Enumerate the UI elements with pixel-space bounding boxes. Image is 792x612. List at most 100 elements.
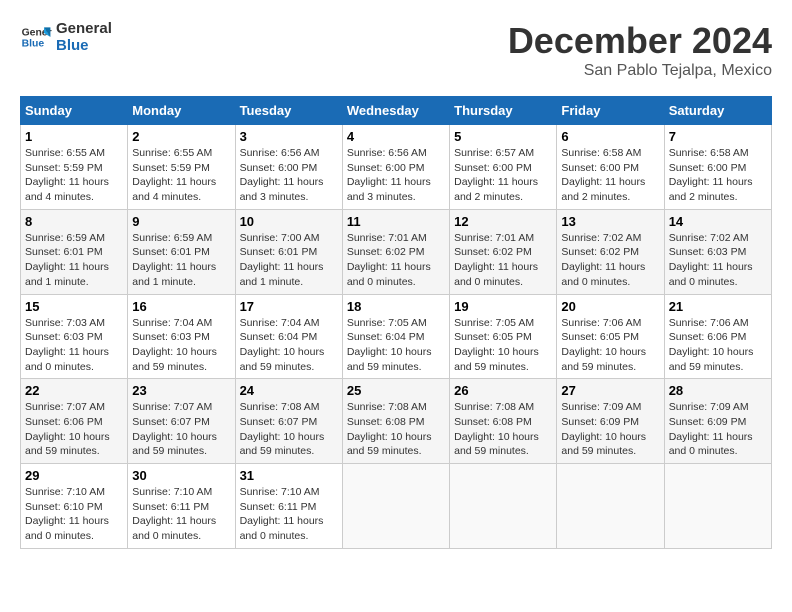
day-number: 2 — [132, 129, 230, 144]
day-number: 24 — [240, 383, 338, 398]
day-info: Sunrise: 7:04 AM Sunset: 6:04 PM Dayligh… — [240, 316, 338, 375]
weekday-header: Friday — [557, 97, 664, 125]
calendar-day-cell: 7 Sunrise: 6:58 AM Sunset: 6:00 PM Daylig… — [664, 125, 771, 210]
day-number: 13 — [561, 214, 659, 229]
calendar-day-cell: 17Sunrise: 7:04 AM Sunset: 6:04 PM Dayli… — [235, 294, 342, 379]
day-number: 5 — [454, 129, 552, 144]
calendar-week-row: 8 Sunrise: 6:59 AM Sunset: 6:01 PM Daylig… — [21, 209, 772, 294]
calendar-week-row: 1Sunrise: 6:55 AM Sunset: 5:59 PM Daylig… — [21, 125, 772, 210]
calendar-day-cell: 25 Sunrise: 7:08 AM Sunset: 6:08 PM Dayli… — [342, 379, 449, 464]
day-info: Sunrise: 6:59 AM Sunset: 6:01 PM Dayligh… — [25, 231, 123, 290]
day-info: Sunrise: 7:08 AM Sunset: 6:08 PM Dayligh… — [347, 400, 445, 459]
logo: General Blue General Blue — [20, 20, 112, 54]
calendar-day-cell: 4 Sunrise: 6:56 AM Sunset: 6:00 PM Daylig… — [342, 125, 449, 210]
day-number: 23 — [132, 383, 230, 398]
calendar-day-cell: 1Sunrise: 6:55 AM Sunset: 5:59 PM Daylig… — [21, 125, 128, 210]
day-info: Sunrise: 7:06 AM Sunset: 6:06 PM Dayligh… — [669, 316, 767, 375]
calendar-day-cell — [342, 464, 449, 549]
day-number: 29 — [25, 468, 123, 483]
day-number: 28 — [669, 383, 767, 398]
title-block: December 2024 San Pablo Tejalpa, Mexico — [508, 20, 772, 80]
calendar-day-cell — [450, 464, 557, 549]
weekday-header: Sunday — [21, 97, 128, 125]
day-info: Sunrise: 6:57 AM Sunset: 6:00 PM Dayligh… — [454, 146, 552, 205]
day-info: Sunrise: 6:55 AM Sunset: 5:59 PM Dayligh… — [132, 146, 230, 205]
day-info: Sunrise: 7:10 AM Sunset: 6:11 PM Dayligh… — [240, 485, 338, 544]
calendar-day-cell: 18 Sunrise: 7:05 AM Sunset: 6:04 PM Dayli… — [342, 294, 449, 379]
day-info: Sunrise: 6:58 AM Sunset: 6:00 PM Dayligh… — [561, 146, 659, 205]
calendar-week-row: 15Sunrise: 7:03 AM Sunset: 6:03 PM Dayli… — [21, 294, 772, 379]
day-info: Sunrise: 7:10 AM Sunset: 6:10 PM Dayligh… — [25, 485, 123, 544]
calendar-day-cell: 26 Sunrise: 7:08 AM Sunset: 6:08 PM Dayli… — [450, 379, 557, 464]
logo-text-general: General — [56, 20, 112, 37]
calendar-day-cell: 12Sunrise: 7:01 AM Sunset: 6:02 PM Dayli… — [450, 209, 557, 294]
calendar-day-cell: 5 Sunrise: 6:57 AM Sunset: 6:00 PM Daylig… — [450, 125, 557, 210]
day-info: Sunrise: 7:04 AM Sunset: 6:03 PM Dayligh… — [132, 316, 230, 375]
weekday-header: Saturday — [664, 97, 771, 125]
day-info: Sunrise: 7:07 AM Sunset: 6:07 PM Dayligh… — [132, 400, 230, 459]
calendar-day-cell: 30 Sunrise: 7:10 AM Sunset: 6:11 PM Dayli… — [128, 464, 235, 549]
day-number: 4 — [347, 129, 445, 144]
logo-text-blue: Blue — [56, 37, 112, 54]
calendar-day-cell — [557, 464, 664, 549]
month-title: December 2024 — [508, 20, 772, 62]
day-info: Sunrise: 7:08 AM Sunset: 6:08 PM Dayligh… — [454, 400, 552, 459]
day-number: 31 — [240, 468, 338, 483]
calendar-day-cell: 16 Sunrise: 7:04 AM Sunset: 6:03 PM Dayli… — [128, 294, 235, 379]
calendar-day-cell: 15Sunrise: 7:03 AM Sunset: 6:03 PM Dayli… — [21, 294, 128, 379]
calendar-day-cell: 14Sunrise: 7:02 AM Sunset: 6:03 PM Dayli… — [664, 209, 771, 294]
location-title: San Pablo Tejalpa, Mexico — [508, 62, 772, 80]
calendar-day-cell: 31 Sunrise: 7:10 AM Sunset: 6:11 PM Dayli… — [235, 464, 342, 549]
calendar-day-cell: 27Sunrise: 7:09 AM Sunset: 6:09 PM Dayli… — [557, 379, 664, 464]
calendar-day-cell: 3Sunrise: 6:56 AM Sunset: 6:00 PM Daylig… — [235, 125, 342, 210]
day-number: 26 — [454, 383, 552, 398]
day-number: 12 — [454, 214, 552, 229]
day-info: Sunrise: 7:06 AM Sunset: 6:05 PM Dayligh… — [561, 316, 659, 375]
day-number: 3 — [240, 129, 338, 144]
day-info: Sunrise: 7:00 AM Sunset: 6:01 PM Dayligh… — [240, 231, 338, 290]
logo-icon: General Blue — [20, 21, 52, 53]
day-info: Sunrise: 7:08 AM Sunset: 6:07 PM Dayligh… — [240, 400, 338, 459]
day-info: Sunrise: 6:56 AM Sunset: 6:00 PM Dayligh… — [347, 146, 445, 205]
weekday-header: Thursday — [450, 97, 557, 125]
day-info: Sunrise: 7:10 AM Sunset: 6:11 PM Dayligh… — [132, 485, 230, 544]
calendar-day-cell: 23 Sunrise: 7:07 AM Sunset: 6:07 PM Dayli… — [128, 379, 235, 464]
day-info: Sunrise: 6:55 AM Sunset: 5:59 PM Dayligh… — [25, 146, 123, 205]
calendar-day-cell: 29 Sunrise: 7:10 AM Sunset: 6:10 PM Dayli… — [21, 464, 128, 549]
calendar-day-cell: 19Sunrise: 7:05 AM Sunset: 6:05 PM Dayli… — [450, 294, 557, 379]
calendar-week-row: 29 Sunrise: 7:10 AM Sunset: 6:10 PM Dayli… — [21, 464, 772, 549]
calendar-day-cell: 10 Sunrise: 7:00 AM Sunset: 6:01 PM Dayli… — [235, 209, 342, 294]
calendar-day-cell: 21 Sunrise: 7:06 AM Sunset: 6:06 PM Dayli… — [664, 294, 771, 379]
day-number: 21 — [669, 299, 767, 314]
weekday-header: Monday — [128, 97, 235, 125]
calendar-day-cell: 9 Sunrise: 6:59 AM Sunset: 6:01 PM Daylig… — [128, 209, 235, 294]
day-number: 15 — [25, 299, 123, 314]
calendar-day-cell: 24 Sunrise: 7:08 AM Sunset: 6:07 PM Dayli… — [235, 379, 342, 464]
day-number: 18 — [347, 299, 445, 314]
day-info: Sunrise: 7:05 AM Sunset: 6:04 PM Dayligh… — [347, 316, 445, 375]
day-number: 19 — [454, 299, 552, 314]
day-info: Sunrise: 6:59 AM Sunset: 6:01 PM Dayligh… — [132, 231, 230, 290]
calendar-day-cell: 2 Sunrise: 6:55 AM Sunset: 5:59 PM Daylig… — [128, 125, 235, 210]
day-number: 16 — [132, 299, 230, 314]
day-info: Sunrise: 7:07 AM Sunset: 6:06 PM Dayligh… — [25, 400, 123, 459]
calendar-day-cell: 11Sunrise: 7:01 AM Sunset: 6:02 PM Dayli… — [342, 209, 449, 294]
day-info: Sunrise: 7:01 AM Sunset: 6:02 PM Dayligh… — [347, 231, 445, 290]
day-number: 9 — [132, 214, 230, 229]
day-info: Sunrise: 6:58 AM Sunset: 6:00 PM Dayligh… — [669, 146, 767, 205]
weekday-header: Tuesday — [235, 97, 342, 125]
page-header: General Blue General Blue December 2024 … — [20, 20, 772, 80]
day-number: 8 — [25, 214, 123, 229]
day-number: 7 — [669, 129, 767, 144]
calendar-day-cell: 6Sunrise: 6:58 AM Sunset: 6:00 PM Daylig… — [557, 125, 664, 210]
day-number: 10 — [240, 214, 338, 229]
calendar-day-cell: 22Sunrise: 7:07 AM Sunset: 6:06 PM Dayli… — [21, 379, 128, 464]
calendar-day-cell — [664, 464, 771, 549]
calendar-day-cell: 28 Sunrise: 7:09 AM Sunset: 6:09 PM Dayli… — [664, 379, 771, 464]
day-info: Sunrise: 7:02 AM Sunset: 6:02 PM Dayligh… — [561, 231, 659, 290]
day-number: 25 — [347, 383, 445, 398]
weekday-header: Wednesday — [342, 97, 449, 125]
day-info: Sunrise: 7:09 AM Sunset: 6:09 PM Dayligh… — [669, 400, 767, 459]
day-number: 30 — [132, 468, 230, 483]
day-number: 14 — [669, 214, 767, 229]
